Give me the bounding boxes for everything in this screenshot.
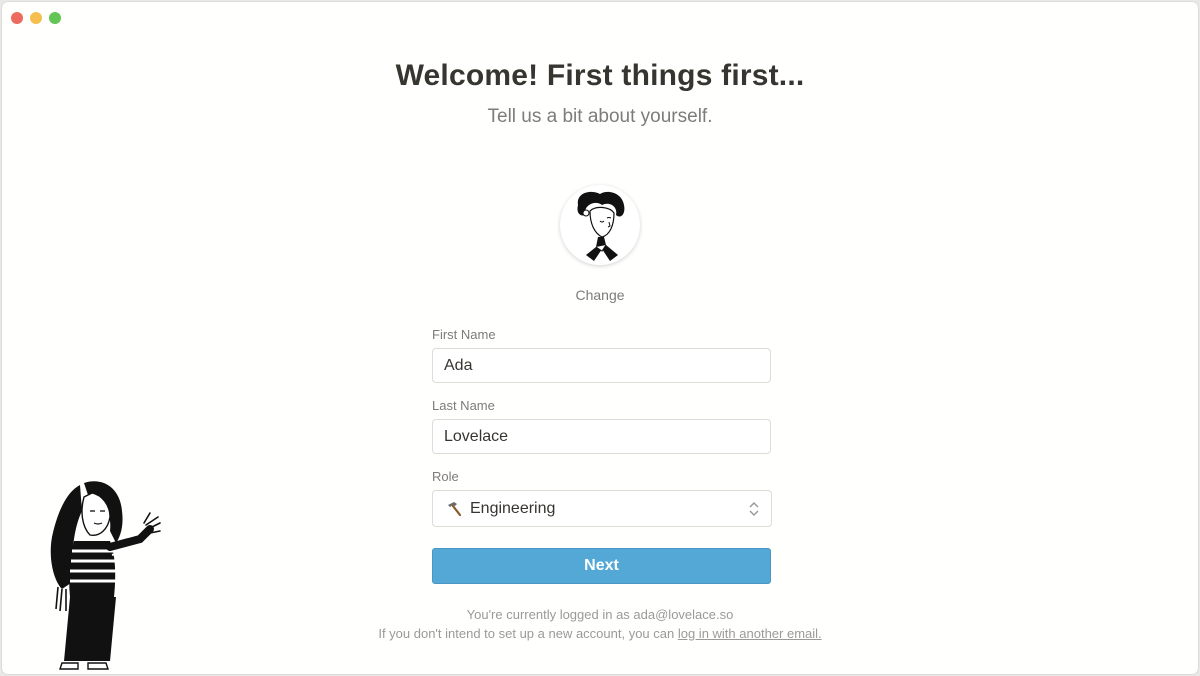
hammer-icon [448,501,462,516]
avatar[interactable] [560,185,640,265]
last-name-label: Last Name [432,398,495,413]
login-another-email-link[interactable]: log in with another email. [678,626,822,641]
role-select[interactable]: Engineering [432,490,772,527]
next-button[interactable]: Next [432,548,771,584]
first-name-label: First Name [432,327,496,342]
change-avatar-link[interactable]: Change [2,287,1198,303]
first-name-field[interactable] [432,348,771,383]
minimize-window-button[interactable] [30,12,42,24]
page-subtitle: Tell us a bit about yourself. [487,106,713,127]
alternate-login-text: If you don't intend to set up a new acco… [2,624,1198,643]
role-label: Role [432,469,459,484]
waving-person-illustration [50,481,161,670]
logged-in-text: You're currently logged in as ada@lovela… [466,607,734,622]
alternate-login-prefix: If you don't intend to set up a new acco… [378,626,678,641]
profile-form: First Name Last Name Role Engineering Ne… [432,327,772,584]
window-controls [11,12,61,24]
app-window: Welcome! First things first... Tell us a… [2,2,1198,674]
page-title: Welcome! First things first... [395,59,805,92]
zoom-window-button[interactable] [49,12,61,24]
role-select-value: Engineering [470,499,556,517]
last-name-field[interactable] [432,419,771,454]
footer-note: You're currently logged in as ada@lovela… [2,605,1198,643]
portrait-icon [577,191,625,261]
close-window-button[interactable] [11,12,23,24]
chevron-updown-icon [749,501,759,517]
